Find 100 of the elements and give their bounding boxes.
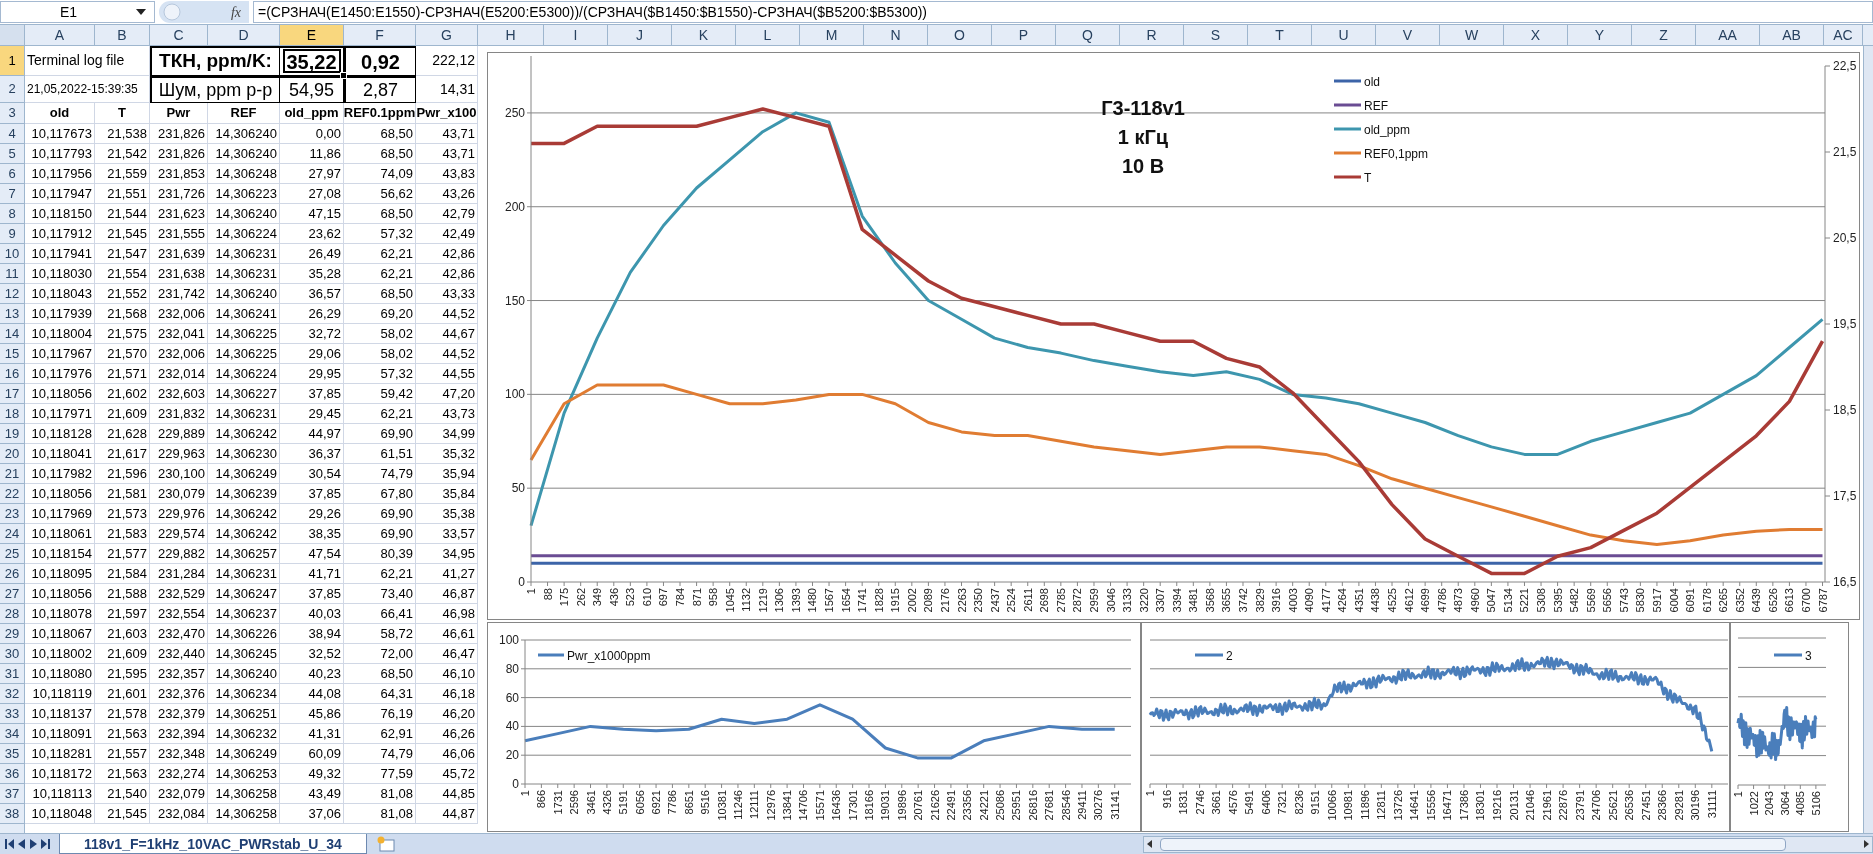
row-header[interactable]: 6 (0, 164, 25, 184)
table-cell: 42,86 (416, 244, 478, 264)
sheet-tab[interactable]: 118v1_F=1kHz_10VAC_PWRstab_U_34 (59, 834, 367, 854)
table-cell: 10,118150 (25, 204, 95, 224)
table-cell: 74,09 (344, 164, 416, 184)
row-header[interactable]: 29 (0, 624, 25, 644)
axis-tick-label: 20,5 (1833, 231, 1857, 245)
table-cell: 21,563 (95, 764, 150, 784)
row-header[interactable]: 19 (0, 424, 25, 444)
row-header[interactable]: 11 (0, 264, 25, 284)
row-header[interactable]: 26 (0, 564, 25, 584)
table-cell: 10,118004 (25, 324, 95, 344)
row-header[interactable]: 32 (0, 684, 25, 704)
axis-tick-label: 2698 (1038, 588, 1051, 613)
table-cell: 231,826 (150, 124, 208, 144)
table-cell: 42,79 (416, 204, 478, 224)
axis-tick-label: 5830 (1634, 588, 1647, 613)
axis-tick-label: 250 (504, 105, 525, 120)
formula-field[interactable]: =(СРЗНАЧ(E1450:E1550)-СРЗНАЧ(E5200:E5300))/(СРЗНАЧ($B1450:$B1550)-СРЗНАЧ($B5200:$B5300)) (253, 1, 1873, 23)
axis-tick-label: 5308 (1535, 588, 1548, 613)
row-header[interactable]: 1 (0, 46, 25, 76)
table-cell: 21,617 (95, 444, 150, 464)
vertical-scrollbar[interactable] (1863, 46, 1873, 833)
dropdown-caret-icon[interactable] (136, 9, 146, 15)
row-header[interactable]: 33 (0, 704, 25, 724)
table-cell: 21,573 (95, 504, 150, 524)
column-header[interactable]: E (280, 25, 344, 45)
axis-tick-label: 3220 (1137, 588, 1150, 613)
row-header[interactable]: 12 (0, 284, 25, 304)
row-header[interactable]: 27 (0, 584, 25, 604)
row-header[interactable]: 25 (0, 544, 25, 564)
row-header[interactable]: 13 (0, 304, 25, 324)
axis-tick-label: 4873 (1452, 588, 1465, 613)
table-cell: 14,306226 (208, 624, 280, 644)
row-header[interactable]: 28 (0, 604, 25, 624)
row-header[interactable]: 24 (0, 524, 25, 544)
axis-tick-label: 50 (511, 481, 525, 496)
row-header[interactable]: 34 (0, 724, 25, 744)
axis-tick-label: 866 (535, 790, 548, 809)
axis-tick-label: 5482 (1568, 588, 1581, 613)
row-header[interactable]: 37 (0, 784, 25, 804)
horizontal-scrollbar[interactable] (1143, 835, 1873, 853)
row-header[interactable]: 36 (0, 764, 25, 784)
table-cell: 231,726 (150, 184, 208, 204)
row-header[interactable]: 3 (0, 103, 25, 124)
axis-tick-label: 871 (690, 588, 703, 607)
table-cell: 74,79 (344, 744, 416, 764)
axis-tick-label: 1 (519, 790, 531, 797)
table-cell: 14,306223 (208, 184, 280, 204)
table-cell: 26,29 (280, 304, 344, 324)
chart-caption: 1 кГц (1117, 126, 1169, 148)
table-cell: 14,306231 (208, 564, 280, 584)
row-header[interactable]: 22 (0, 484, 25, 504)
table-cell: 44,87 (416, 804, 478, 824)
axis-tick-label: 23356 (961, 790, 974, 821)
table-cell: 21,552 (95, 284, 150, 304)
axis-tick-label: 3568 (1203, 588, 1216, 613)
skip-arrow-icon[interactable] (40, 839, 50, 849)
column-title: old_ppm (280, 103, 344, 124)
row-header[interactable]: 16 (0, 364, 25, 384)
table-cell: 232,084 (150, 804, 208, 824)
table-cell: 46,20 (416, 704, 478, 724)
table-cell: 10,118172 (25, 764, 95, 784)
row-header[interactable]: 35 (0, 744, 25, 764)
row-header[interactable]: 23 (0, 504, 25, 524)
row-header[interactable]: 20 (0, 444, 25, 464)
row-header[interactable]: 15 (0, 344, 25, 364)
row-header[interactable]: 5 (0, 144, 25, 164)
row-header[interactable]: 4 (0, 124, 25, 144)
axis-tick-label: 17301 (846, 790, 859, 821)
table-cell: 232,379 (150, 704, 208, 724)
row-header[interactable]: 14 (0, 324, 25, 344)
row-header[interactable]: 31 (0, 664, 25, 684)
skip-arrow-icon[interactable] (5, 839, 15, 849)
row-header[interactable]: 8 (0, 204, 25, 224)
row-header[interactable]: 18 (0, 404, 25, 424)
table-cell: 49,32 (280, 764, 344, 784)
axis-tick-label: 6613 (1783, 588, 1796, 613)
row-header[interactable]: 21 (0, 464, 25, 484)
scrollbar-thumb[interactable] (1160, 837, 1786, 851)
row-header[interactable]: 2 (0, 76, 25, 103)
row-header[interactable]: 10 (0, 244, 25, 264)
axis-tick-label: 10066 (1325, 790, 1338, 821)
axis-tick-label: 1 (1732, 791, 1744, 798)
row-header[interactable]: 9 (0, 224, 25, 244)
name-box[interactable]: E1 (0, 1, 155, 23)
table-cell: 45,86 (280, 704, 344, 724)
row-header[interactable]: 7 (0, 184, 25, 204)
row-header[interactable]: 30 (0, 644, 25, 664)
row-header[interactable]: 38 (0, 804, 25, 824)
fill-handle-icon[interactable] (340, 72, 347, 79)
table-cell: 231,284 (150, 564, 208, 584)
row-header[interactable]: 17 (0, 384, 25, 404)
table-cell: 10,117939 (25, 304, 95, 324)
axis-tick-label: 3916 (1270, 588, 1283, 613)
insert-function-button[interactable]: fx (230, 1, 241, 23)
axis-tick-label: 3661 (1210, 790, 1223, 815)
axis-tick-label: 100 (498, 633, 519, 647)
table-cell: 40,03 (280, 604, 344, 624)
axis-tick-label: 2350 (972, 588, 985, 613)
